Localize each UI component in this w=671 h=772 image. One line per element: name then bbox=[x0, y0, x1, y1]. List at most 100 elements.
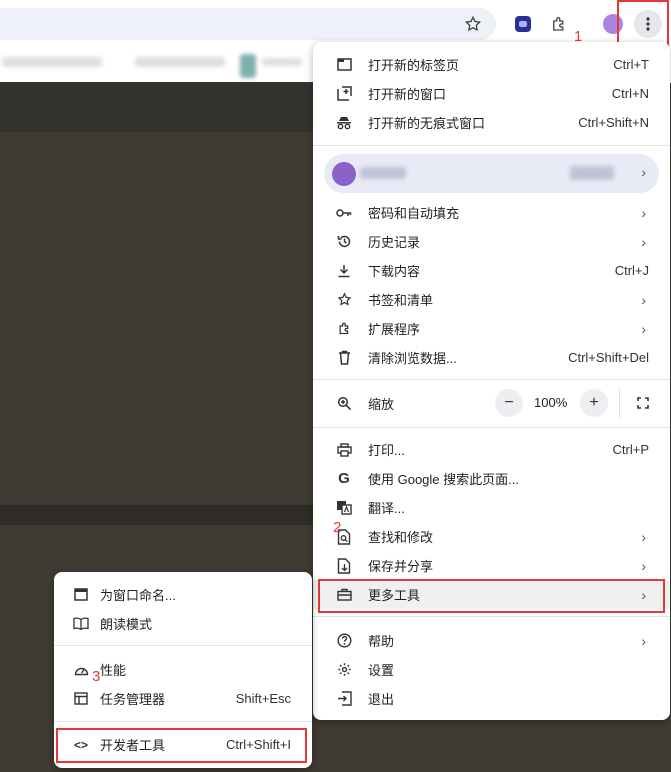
window-icon bbox=[72, 586, 90, 604]
menu-new-window[interactable]: 打开新的窗口 Ctrl+N bbox=[313, 79, 670, 108]
blurred-bookmarks bbox=[135, 57, 225, 67]
save-share-icon bbox=[335, 557, 353, 575]
key-icon bbox=[335, 204, 353, 222]
menu-separator bbox=[313, 616, 670, 617]
zoom-in-button[interactable]: + bbox=[580, 389, 608, 417]
chevron-right-icon: › bbox=[641, 632, 646, 649]
menu-clear-data[interactable]: 清除浏览数据... Ctrl+Shift+Del bbox=[313, 343, 670, 372]
passwords-label: 密码和自动填充 bbox=[368, 206, 460, 221]
new-tab-icon bbox=[335, 56, 353, 74]
menu-exit[interactable]: 退出 bbox=[313, 684, 670, 713]
menu-separator bbox=[313, 145, 670, 146]
zoom-level: 100% bbox=[534, 395, 568, 410]
menu-search-google[interactable]: G 使用 Google 搜索此页面... bbox=[313, 464, 670, 493]
chevron-right-icon: › bbox=[641, 320, 646, 337]
chevron-right-icon: › bbox=[641, 204, 646, 221]
menu-translate[interactable]: 翻译... bbox=[313, 493, 670, 522]
exit-label: 退出 bbox=[368, 692, 395, 707]
task-manager-label: 任务管理器 bbox=[100, 692, 166, 707]
submenu-task-manager[interactable]: 任务管理器 Shift+Esc bbox=[54, 684, 312, 713]
book-icon bbox=[72, 615, 90, 633]
speedometer-icon bbox=[72, 661, 90, 679]
blurred-profile-status bbox=[570, 166, 614, 180]
help-icon bbox=[335, 632, 353, 650]
print-shortcut: Ctrl+P bbox=[612, 442, 649, 457]
bookmarks-label: 书签和清单 bbox=[368, 293, 434, 308]
zoom-divider bbox=[619, 388, 620, 418]
translate-icon bbox=[335, 499, 353, 517]
submenu-separator bbox=[54, 645, 312, 646]
menu-settings[interactable]: 设置 bbox=[313, 655, 670, 684]
new-window-icon bbox=[335, 85, 353, 103]
submenu-reading-mode[interactable]: 朗读模式 bbox=[54, 609, 312, 638]
chevron-right-icon: › bbox=[641, 291, 646, 308]
menu-extensions[interactable]: 扩展程序 › bbox=[313, 314, 670, 343]
clear-data-label: 清除浏览数据... bbox=[368, 351, 457, 366]
profile-avatar bbox=[332, 162, 356, 186]
save-share-label: 保存并分享 bbox=[368, 559, 434, 574]
zoom-out-button[interactable]: − bbox=[495, 389, 523, 417]
incognito-shortcut: Ctrl+Shift+N bbox=[578, 115, 649, 130]
star-icon bbox=[335, 291, 353, 309]
submenu-name-window[interactable]: 为窗口命名... bbox=[54, 580, 312, 609]
search-google-label: 使用 Google 搜索此页面... bbox=[368, 472, 519, 487]
menu-downloads[interactable]: 下载内容 Ctrl+J bbox=[313, 256, 670, 285]
find-edit-label: 查找和修改 bbox=[368, 530, 434, 545]
chevron-right-icon: › bbox=[641, 164, 646, 180]
fullscreen-icon[interactable] bbox=[629, 389, 657, 417]
address-bar[interactable] bbox=[0, 8, 496, 40]
menu-print[interactable]: 打印... Ctrl+P bbox=[313, 435, 670, 464]
task-manager-shortcut: Shift+Esc bbox=[235, 691, 291, 706]
menu-separator bbox=[313, 427, 670, 428]
page-header-strip bbox=[0, 82, 330, 132]
exit-icon bbox=[335, 690, 353, 708]
chevron-right-icon: › bbox=[641, 557, 646, 574]
annotation-box-dev-tools bbox=[56, 728, 307, 763]
menu-save-share[interactable]: 保存并分享 › bbox=[313, 551, 670, 580]
annotation-2: 2 bbox=[333, 519, 342, 536]
blurred-bookmarks bbox=[2, 57, 102, 67]
zoom-icon bbox=[335, 394, 353, 412]
chevron-right-icon: › bbox=[641, 528, 646, 545]
extensions-label: 扩展程序 bbox=[368, 322, 421, 337]
print-icon bbox=[335, 441, 353, 459]
new-tab-shortcut: Ctrl+T bbox=[613, 57, 649, 72]
chevron-right-icon: › bbox=[641, 233, 646, 250]
task-manager-icon bbox=[72, 690, 90, 708]
profile-chip[interactable]: › bbox=[324, 154, 659, 193]
menu-incognito[interactable]: 打开新的无痕式窗口 Ctrl+Shift+N bbox=[313, 108, 670, 137]
chrome-main-menu: 打开新的标签页 Ctrl+T 打开新的窗口 Ctrl+N 打开新的无痕式窗口 C… bbox=[313, 42, 670, 720]
puzzle-icon bbox=[335, 320, 353, 338]
menu-help[interactable]: 帮助 › bbox=[313, 626, 670, 655]
menu-history[interactable]: 历史记录 › bbox=[313, 227, 670, 256]
menu-bookmarks[interactable]: 书签和清单 › bbox=[313, 285, 670, 314]
blurred-bookmarks bbox=[262, 58, 302, 66]
star-icon[interactable] bbox=[459, 10, 487, 38]
translate-label: 翻译... bbox=[368, 501, 405, 516]
gear-icon bbox=[335, 661, 353, 679]
menu-passwords[interactable]: 密码和自动填充 › bbox=[313, 198, 670, 227]
extension-app-icon[interactable] bbox=[509, 10, 537, 38]
downloads-shortcut: Ctrl+J bbox=[614, 263, 649, 278]
menu-find-edit[interactable]: 查找和修改 › bbox=[313, 522, 670, 551]
submenu-separator bbox=[54, 721, 312, 722]
menu-zoom: 缩放 − 100% + bbox=[313, 388, 670, 418]
page-divider-strip bbox=[0, 505, 330, 525]
reading-mode-label: 朗读模式 bbox=[100, 617, 153, 632]
blurred-bookmarks bbox=[240, 54, 256, 78]
puzzle-icon[interactable] bbox=[545, 10, 573, 38]
incognito-icon bbox=[335, 114, 353, 132]
incognito-label: 打开新的无痕式窗口 bbox=[368, 116, 486, 131]
menu-new-tab[interactable]: 打开新的标签页 Ctrl+T bbox=[313, 50, 670, 79]
new-window-shortcut: Ctrl+N bbox=[611, 86, 649, 101]
performance-label: 性能 bbox=[100, 663, 127, 678]
history-icon bbox=[335, 233, 353, 251]
zoom-label: 缩放 bbox=[368, 396, 395, 412]
google-g-icon: G bbox=[338, 470, 350, 487]
blurred-profile-name bbox=[360, 167, 406, 179]
downloads-label: 下载内容 bbox=[368, 264, 421, 279]
menu-separator bbox=[313, 379, 670, 380]
download-icon bbox=[335, 262, 353, 280]
print-label: 打印... bbox=[368, 443, 405, 458]
annotation-3: 3 bbox=[92, 668, 101, 685]
